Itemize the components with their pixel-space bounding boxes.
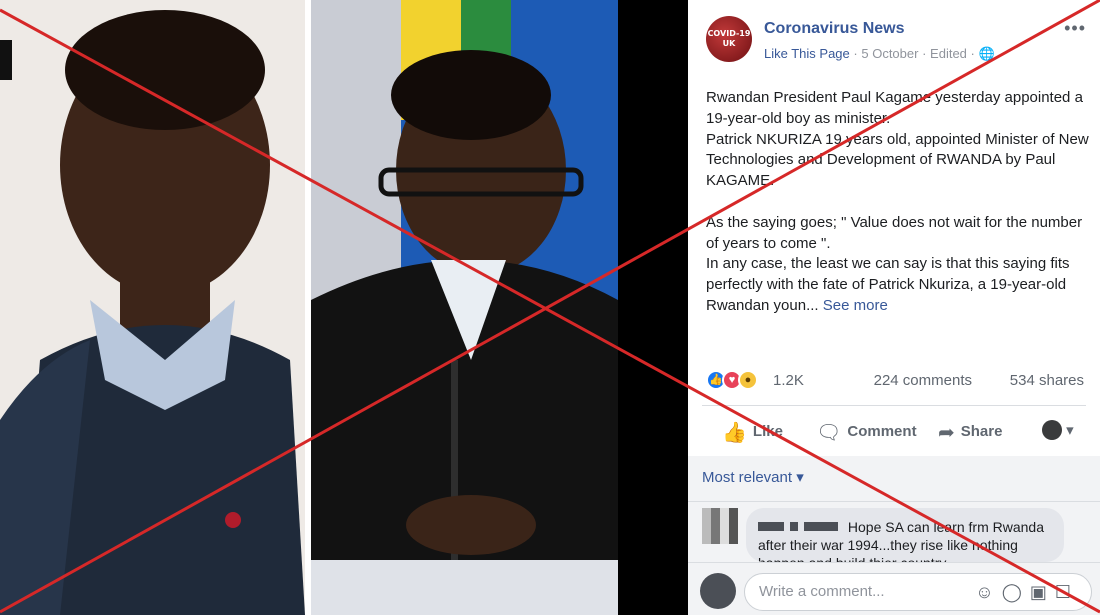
- page-name-link[interactable]: Coronavirus News: [764, 20, 904, 38]
- president-illustration: [311, 0, 618, 615]
- comment-input[interactable]: Write a comment... ☺◯▣☐: [744, 573, 1092, 611]
- edited-label[interactable]: Edited: [930, 46, 967, 61]
- like-page-link[interactable]: Like This Page: [764, 46, 850, 61]
- redacted-name: [790, 522, 798, 531]
- like-button[interactable]: 👍 Like: [722, 420, 783, 445]
- post-text: Rwandan President Paul Kagame yesterday …: [706, 88, 1092, 317]
- post-date[interactable]: 5 October: [861, 46, 918, 61]
- post-actions: 👍 Like 🗨 Comment ➦ Share ▾: [702, 410, 1086, 450]
- comments-count[interactable]: 224 comments: [874, 372, 972, 389]
- comment-composer: Write a comment... ☺◯▣☐: [688, 562, 1100, 615]
- page-avatar[interactable]: COVID-19 UK: [706, 16, 752, 62]
- sticker-icon[interactable]: ☐: [1055, 582, 1079, 602]
- see-more-link[interactable]: See more: [823, 297, 888, 314]
- wow-icon[interactable]: ●: [738, 370, 758, 390]
- share-arrow-icon: ➦: [938, 422, 955, 444]
- globe-icon: 🌐: [978, 46, 995, 61]
- share-button[interactable]: ➦ Share: [938, 420, 1002, 445]
- boy-illustration: [0, 0, 305, 615]
- ellipsis-icon[interactable]: •••: [1064, 18, 1086, 39]
- comment-placeholder: Write a comment...: [759, 583, 885, 600]
- profile-dot-icon: [1042, 420, 1062, 440]
- post-header: COVID-19 UK Coronavirus News Like This P…: [688, 0, 1100, 80]
- divider: [688, 501, 1100, 502]
- commenter-avatar[interactable]: [702, 508, 738, 544]
- user-avatar: [700, 573, 736, 609]
- divider: [702, 405, 1086, 406]
- camera-icon[interactable]: ◯: [1002, 582, 1030, 602]
- reaction-count[interactable]: 1.2K: [773, 372, 804, 389]
- photo-boy: [0, 0, 305, 615]
- chevron-down-icon: ▾: [1066, 422, 1074, 439]
- speech-bubble-icon: 🗨: [816, 422, 842, 444]
- meta-separator: ·: [922, 46, 927, 61]
- comments-section: Most relevant ▾ Hope SA can learn frm Rw…: [688, 456, 1100, 615]
- avatar-text: COVID-19: [707, 29, 751, 38]
- sort-comments-dropdown[interactable]: Most relevant ▾: [702, 468, 804, 486]
- reactions-row: 👍 ♥ ● 1.2K 224 comments 534 shares: [706, 369, 1086, 393]
- photo-president: [311, 0, 618, 615]
- share-label: Share: [960, 423, 1003, 440]
- emoji-icon[interactable]: ☺: [975, 582, 1001, 602]
- comment-bubble: Hope SA can learn frm Rwanda after their…: [746, 508, 1064, 562]
- post-paragraph: Patrick NKURIZA 19 years old, appointed …: [706, 130, 1089, 190]
- comment-label: Comment: [847, 423, 917, 440]
- gif-icon[interactable]: ▣: [1030, 582, 1055, 602]
- post-paragraph: As the saying goes; " Value does not wai…: [706, 213, 1083, 252]
- audience-selector[interactable]: ▾: [1042, 420, 1074, 440]
- like-label: Like: [752, 423, 783, 440]
- thumbs-up-icon: 👍: [722, 422, 747, 444]
- black-gap: [618, 0, 688, 615]
- meta-separator: ·: [853, 46, 858, 61]
- comment-button[interactable]: 🗨 Comment: [816, 420, 917, 445]
- post-meta: Like This Page · 5 October · Edited · 🌐: [764, 46, 995, 62]
- redacted-name: [804, 522, 838, 531]
- post-paragraph: Rwandan President Paul Kagame yesterday …: [706, 89, 1083, 127]
- meta-separator: ·: [970, 46, 975, 61]
- avatar-subtext: UK: [722, 39, 736, 48]
- facebook-post: COVID-19 UK Coronavirus News Like This P…: [688, 0, 1100, 615]
- shares-count[interactable]: 534 shares: [1010, 372, 1084, 389]
- redacted-name: [758, 522, 784, 531]
